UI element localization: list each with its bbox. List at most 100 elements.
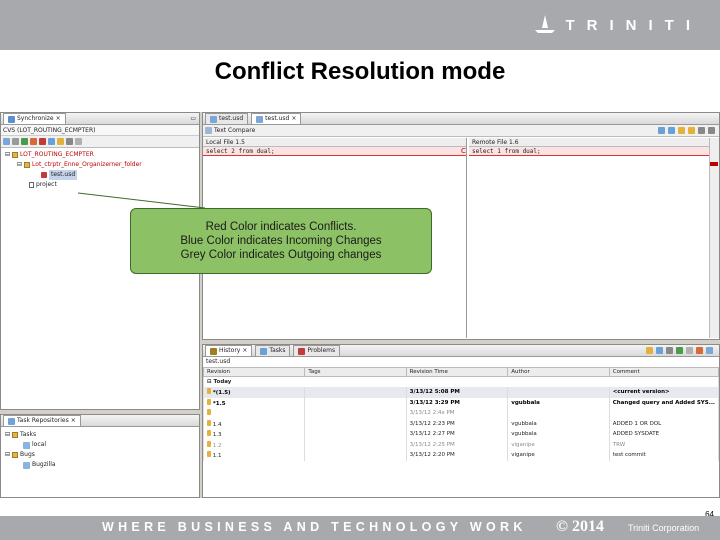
cell-author xyxy=(507,387,610,398)
column-author[interactable]: Author xyxy=(507,367,610,377)
task-item-local[interactable]: local xyxy=(1,440,199,450)
task-repositories-tab[interactable]: Task Repositories × xyxy=(3,415,81,426)
cell-author: vgubbala xyxy=(507,418,610,429)
overview-ruler[interactable] xyxy=(709,138,719,338)
previous-change-icon[interactable] xyxy=(688,127,695,134)
next-difference-icon[interactable] xyxy=(698,127,705,134)
expand-icon[interactable]: ⊟ xyxy=(17,160,22,170)
pin-icon[interactable] xyxy=(666,347,673,354)
tree-item-folder[interactable]: ⊟ Lot_ctrptr_Enne_Organizerner_folder xyxy=(1,160,199,170)
editor-tab-1[interactable]: test.usd xyxy=(205,113,249,124)
table-row[interactable]: *1.5 3/13/12 3:29 PM vgubbala Changed qu… xyxy=(203,397,719,408)
expand-icon[interactable]: ⊟ xyxy=(5,430,10,440)
tree-item-project-root[interactable]: ⊟ LOT_ROUTING_ECMPTER xyxy=(1,150,199,160)
next-change-icon[interactable] xyxy=(678,127,685,134)
column-comment[interactable]: Comment xyxy=(608,367,719,377)
revision-icon xyxy=(207,451,211,458)
footer-bar: WHERE BUSINESS AND TECHNOLOGY WORK © 201… xyxy=(0,516,720,540)
tree-item-label: test.usd xyxy=(49,170,78,180)
minimize-icon[interactable]: ▭ xyxy=(190,115,196,122)
tab-history[interactable]: History × xyxy=(205,345,253,356)
file-icon xyxy=(210,115,217,123)
refresh-icon[interactable] xyxy=(646,347,653,354)
copy-right-icon[interactable] xyxy=(668,127,675,134)
table-row[interactable]: 1.3 3/13/12 2:27 PM vgubbala ADDED SYSDA… xyxy=(203,429,719,440)
tab-tasks[interactable]: Tasks xyxy=(255,345,291,356)
task-item-bugzilla[interactable]: Bugzilla xyxy=(1,460,199,470)
synchronize-tab[interactable]: Synchronize × xyxy=(3,113,66,124)
sync-title-row: CVS (LOT_ROUTING_ECMPTER) xyxy=(1,125,199,136)
local-revisions-icon[interactable] xyxy=(696,347,703,354)
cell-author: viganipe xyxy=(507,439,610,450)
compare-toolbar: Text Compare xyxy=(203,125,719,137)
cell-comment: ADDED 1 OR DOL xyxy=(608,418,719,429)
close-icon[interactable]: × xyxy=(242,346,247,356)
table-row[interactable]: 1.4 3/13/12 2:23 PM vgubbala ADDED 1 OR … xyxy=(203,418,719,429)
tree-item-label: Lot_ctrptr_Enne_Organizerner_folder xyxy=(32,161,142,168)
tree-item-file[interactable]: test.usd xyxy=(1,170,199,180)
remote-revisions-icon[interactable] xyxy=(706,347,713,354)
collapse-all-icon[interactable] xyxy=(686,347,693,354)
triniti-logo: TRINITI xyxy=(534,14,703,36)
task-repositories-tabbar: Task Repositories × xyxy=(1,415,199,427)
tab-tasks-label: Tasks xyxy=(269,347,286,354)
close-icon[interactable]: × xyxy=(56,114,61,124)
expand-icon[interactable]: ⊟ xyxy=(5,150,10,160)
editor-tab-2[interactable]: test.usd × xyxy=(251,113,302,124)
table-row[interactable]: 1.2 3/13/12 2:25 PM viganipe TRW xyxy=(203,439,719,450)
revision-icon xyxy=(207,440,211,447)
remote-code-line[interactable]: select 1 from dual; xyxy=(469,147,709,156)
table-row[interactable]: 3/13/12 2:4x PM xyxy=(203,408,719,419)
commit-icon[interactable] xyxy=(57,138,64,145)
synchronize-tabbar: Synchronize × ▭ xyxy=(1,113,199,125)
column-tags[interactable]: Tags xyxy=(304,367,407,377)
history-group-row[interactable]: ⊟ Today xyxy=(203,376,719,387)
collapse-all-icon[interactable] xyxy=(66,138,73,145)
editor-tabbar: test.usd test.usd × xyxy=(203,113,719,125)
callout-line-grey: Grey Color indicates Outgoing changes xyxy=(180,249,382,261)
cell-tags xyxy=(304,450,407,461)
close-icon[interactable]: × xyxy=(291,114,296,124)
synchronize-icon xyxy=(8,115,15,123)
task-item-bugs[interactable]: ⊟ Bugs xyxy=(1,450,199,460)
task-item-tasks[interactable]: ⊟ Tasks xyxy=(1,430,199,440)
previous-difference-icon[interactable] xyxy=(708,127,715,134)
table-row[interactable]: *(1.5) 3/13/12 5:08 PM <current version> xyxy=(203,387,719,398)
cell-comment: test commit xyxy=(608,450,719,461)
history-table: Revision Tags Revision Time Author Comme… xyxy=(203,367,719,461)
update-icon[interactable] xyxy=(48,138,55,145)
close-icon[interactable]: × xyxy=(71,416,76,426)
editor-tab-label: test.usd xyxy=(219,115,244,122)
sync-tree: ⊟ LOT_ROUTING_ECMPTER ⊟ Lot_ctrptr_Enne_… xyxy=(1,148,199,190)
refresh-icon[interactable] xyxy=(3,138,10,145)
tree-item-project-file[interactable]: project xyxy=(1,180,199,190)
tab-history-label: History xyxy=(219,347,241,354)
filter-icon[interactable] xyxy=(12,138,19,145)
local-code-line[interactable]: select 2 from dual; xyxy=(203,147,466,156)
remote-file-pane: Remote File 1.6 select 1 from dual; xyxy=(469,138,709,338)
link-with-editor-icon[interactable] xyxy=(656,347,663,354)
copy-left-icon[interactable] xyxy=(658,127,665,134)
column-revision-time[interactable]: Revision Time xyxy=(405,367,509,377)
compare-mode-icon[interactable] xyxy=(676,347,683,354)
table-row[interactable]: 1.1 3/13/12 2:20 PM viganipe test commit xyxy=(203,450,719,461)
history-header-row: Revision Tags Revision Time Author Comme… xyxy=(203,367,719,377)
conflict-overview-marker[interactable] xyxy=(710,162,718,166)
column-revision[interactable]: Revision xyxy=(203,367,306,377)
history-icon xyxy=(210,347,217,355)
tab-problems[interactable]: Problems xyxy=(293,345,341,356)
link-icon[interactable] xyxy=(75,138,82,145)
cell-author: viganipe xyxy=(507,450,610,461)
conflict-marker-icon: C xyxy=(461,147,466,155)
cell-comment: Changed query and Added SYS... xyxy=(608,397,719,408)
expand-icon[interactable]: ⊟ xyxy=(5,450,10,460)
cell-tags xyxy=(304,408,407,419)
logo-text: TRINITI xyxy=(565,16,702,34)
sync-toolbar xyxy=(1,136,199,148)
incoming-mode-icon[interactable] xyxy=(21,138,28,145)
tree-item-label: project xyxy=(36,181,57,188)
revision-icon xyxy=(207,430,211,437)
outgoing-mode-icon[interactable] xyxy=(30,138,37,145)
group-label: Today xyxy=(213,379,232,385)
conflicts-mode-icon[interactable] xyxy=(39,138,46,145)
